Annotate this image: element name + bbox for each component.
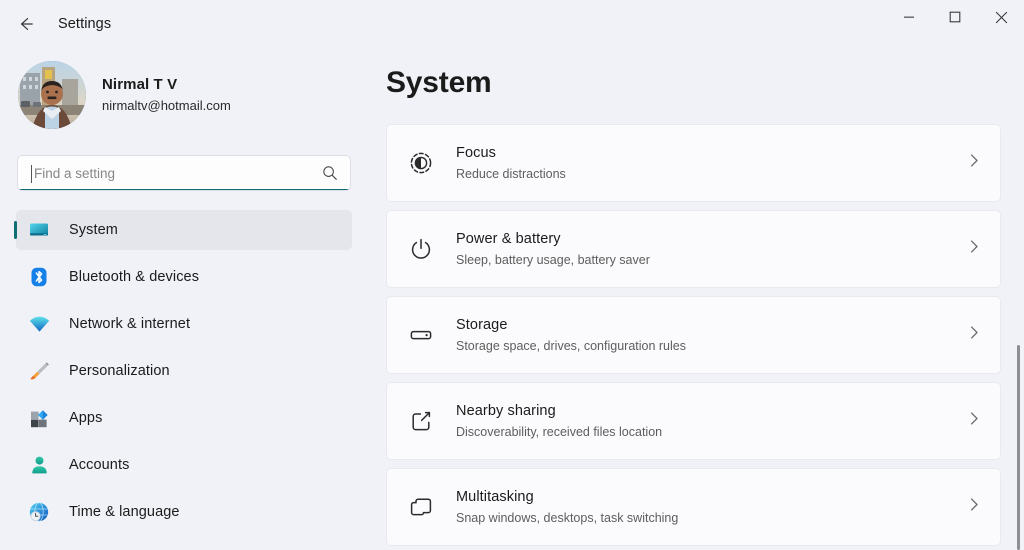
card-text: Multitasking Snap windows, desktops, tas… [456,487,678,527]
card-title: Power & battery [456,230,561,247]
sidebar-item-system[interactable]: System [14,210,352,250]
avatar [18,61,86,129]
bluetooth-icon [26,266,52,288]
close-button[interactable] [978,0,1024,34]
sidebar-item-time-language[interactable]: Time & language [16,492,352,532]
sidebar-item-label: Time & language [69,504,180,520]
settings-card-storage[interactable]: Storage Storage space, drives, configura… [386,296,1001,374]
paintbrush-icon [26,360,52,382]
chevron-right-icon[interactable] [966,411,982,432]
settings-card-multitasking[interactable]: Multitasking Snap windows, desktops, tas… [386,468,1001,546]
sidebar-item-label: Network & internet [69,316,191,332]
sidebar-item-label: Apps [69,410,103,426]
storage-drive-icon [406,323,436,347]
minimize-icon [904,16,914,18]
text-caret [31,165,32,183]
card-title: Multitasking [456,488,534,505]
share-icon [406,409,436,433]
chevron-right-icon[interactable] [966,325,982,346]
globe-clock-icon [26,501,52,523]
chevron-right-icon[interactable] [966,153,982,174]
card-title: Storage [456,316,508,333]
back-button[interactable] [8,8,44,40]
profile-name: Nirmal T V [102,76,178,94]
apps-icon [26,408,52,429]
sidebar-item-accounts[interactable]: Accounts [16,445,352,485]
settings-card-nearby-sharing[interactable]: Nearby sharing Discoverability, received… [386,382,1001,460]
page-title: System [386,66,492,99]
title-bar: Settings [0,0,1024,48]
profile-email: nirmaltv@hotmail.com [102,97,231,113]
vertical-scrollbar[interactable] [1017,345,1020,550]
card-text: Storage Storage space, drives, configura… [456,315,686,355]
card-title: Nearby sharing [456,402,556,419]
settings-card-list: Focus Reduce distractions Power & batter… [368,124,1024,546]
profile-text: Nirmal T V nirmaltv@hotmail.com [102,75,231,114]
window-title: Settings [58,16,112,32]
minimize-button[interactable] [886,0,932,34]
selection-indicator [14,221,17,239]
card-subtitle: Storage space, drives, configuration rul… [456,339,686,354]
sidebar-item-personalization[interactable]: Personalization [16,351,352,391]
sidebar-item-label: Bluetooth & devices [69,269,200,285]
sidebar-nav: System Bluetooth & devices Network & int… [0,210,368,532]
settings-window: Settings Nirmal T V nirmaltv@hotmail.com… [0,0,1024,550]
card-text: Focus Reduce distractions [456,143,566,183]
window-controls [886,0,1024,34]
card-subtitle: Reduce distractions [456,167,566,182]
search-icon[interactable] [322,165,338,186]
user-avatar-photo [18,61,86,129]
wifi-icon [26,313,52,336]
sidebar-item-label: System [69,222,118,238]
chevron-right-icon[interactable] [966,497,982,518]
search-input[interactable] [18,156,308,190]
close-icon [995,11,1007,23]
sidebar: Nirmal T V nirmaltv@hotmail.com Find a s… [0,48,368,550]
sidebar-item-bluetooth-devices[interactable]: Bluetooth & devices [16,257,352,297]
person-icon [26,455,52,476]
power-icon [406,237,436,261]
card-subtitle: Sleep, battery usage, battery saver [456,253,650,268]
card-title: Focus [456,144,496,161]
focus-icon [406,151,436,175]
search-box[interactable] [17,155,351,191]
main-content: System Focus Reduce distractions Power &… [368,48,1024,550]
multitasking-windows-icon [406,495,436,519]
sidebar-item-label: Accounts [69,457,130,473]
maximize-icon [949,11,961,23]
card-subtitle: Snap windows, desktops, task switching [456,511,679,526]
sidebar-item-apps[interactable]: Apps [16,398,352,438]
search-container [17,155,351,191]
card-text: Nearby sharing Discoverability, received… [456,401,662,441]
card-text: Power & battery Sleep, battery usage, ba… [456,229,650,269]
search-focus-underline [19,189,350,190]
back-arrow-icon [21,18,33,30]
settings-card-power-battery[interactable]: Power & battery Sleep, battery usage, ba… [386,210,1001,288]
maximize-button[interactable] [932,0,978,34]
chevron-right-icon[interactable] [966,239,982,260]
sidebar-item-label: Personalization [69,363,170,379]
profile-section[interactable]: Nirmal T V nirmaltv@hotmail.com [18,61,368,129]
settings-card-focus[interactable]: Focus Reduce distractions [386,124,1001,202]
monitor-icon [26,219,52,241]
sidebar-item-network-internet[interactable]: Network & internet [16,304,352,344]
card-subtitle: Discoverability, received files location [456,425,663,440]
